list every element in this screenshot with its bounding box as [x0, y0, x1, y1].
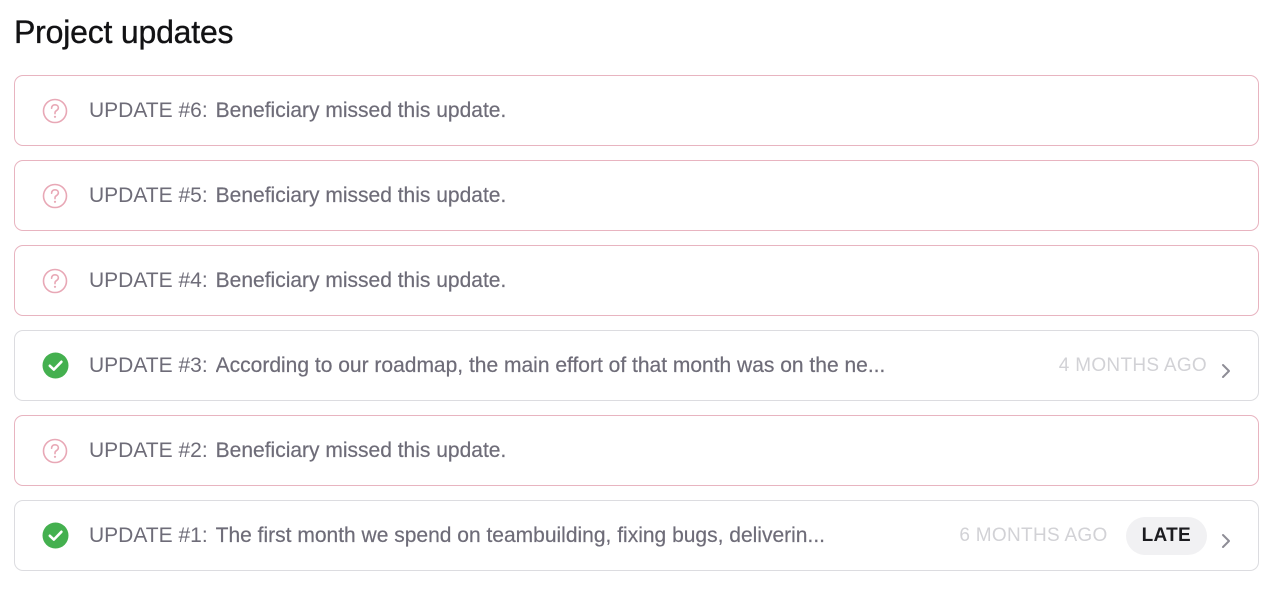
page-title: Project updates: [14, 14, 234, 50]
update-card-4: UPDATE #4: Beneficiary missed this updat…: [14, 245, 1259, 316]
update-card-1[interactable]: UPDATE #1: The first month we spend on t…: [14, 500, 1259, 571]
update-text: According to our roadmap, the main effor…: [215, 353, 886, 377]
update-card-3[interactable]: UPDATE #3: According to our roadmap, the…: [14, 330, 1259, 401]
update-text: The first month we spend on teambuilding…: [215, 523, 825, 547]
check-circle-icon: [41, 522, 69, 550]
update-card-2: UPDATE #2: Beneficiary missed this updat…: [14, 415, 1259, 486]
question-circle-icon: [41, 97, 69, 125]
update-text: Beneficiary missed this update.: [215, 438, 507, 462]
question-circle-icon: [41, 437, 69, 465]
project-updates-section: Project updates UPDATE #6: Beneficiary m…: [14, 0, 1259, 585]
update-card-6: UPDATE #6: Beneficiary missed this updat…: [14, 75, 1259, 146]
update-number: UPDATE #2:: [89, 438, 208, 462]
late-badge: LATE: [1125, 516, 1207, 555]
update-number: UPDATE #5:: [89, 183, 208, 207]
update-meta: 4 MONTHS AGO: [1058, 354, 1233, 378]
update-text: Beneficiary missed this update.: [215, 268, 507, 292]
question-circle-icon: [41, 267, 69, 295]
time-ago: 6 MONTHS AGO: [959, 524, 1108, 546]
update-number: UPDATE #4:: [89, 268, 208, 292]
update-meta: 6 MONTHS AGO LATE: [959, 516, 1233, 555]
update-number: UPDATE #6:: [89, 98, 208, 122]
chevron-right-icon[interactable]: [1219, 360, 1233, 382]
question-circle-icon: [41, 182, 69, 210]
update-card-5: UPDATE #5: Beneficiary missed this updat…: [14, 160, 1259, 231]
time-ago: 4 MONTHS AGO: [1058, 354, 1207, 376]
chevron-right-icon[interactable]: [1219, 530, 1233, 552]
update-list: UPDATE #6: Beneficiary missed this updat…: [14, 75, 1259, 585]
update-number: UPDATE #1:: [89, 523, 208, 547]
update-text: Beneficiary missed this update.: [215, 98, 507, 122]
update-number: UPDATE #3:: [89, 353, 208, 377]
check-circle-icon: [41, 352, 69, 380]
update-text: Beneficiary missed this update.: [215, 183, 507, 207]
